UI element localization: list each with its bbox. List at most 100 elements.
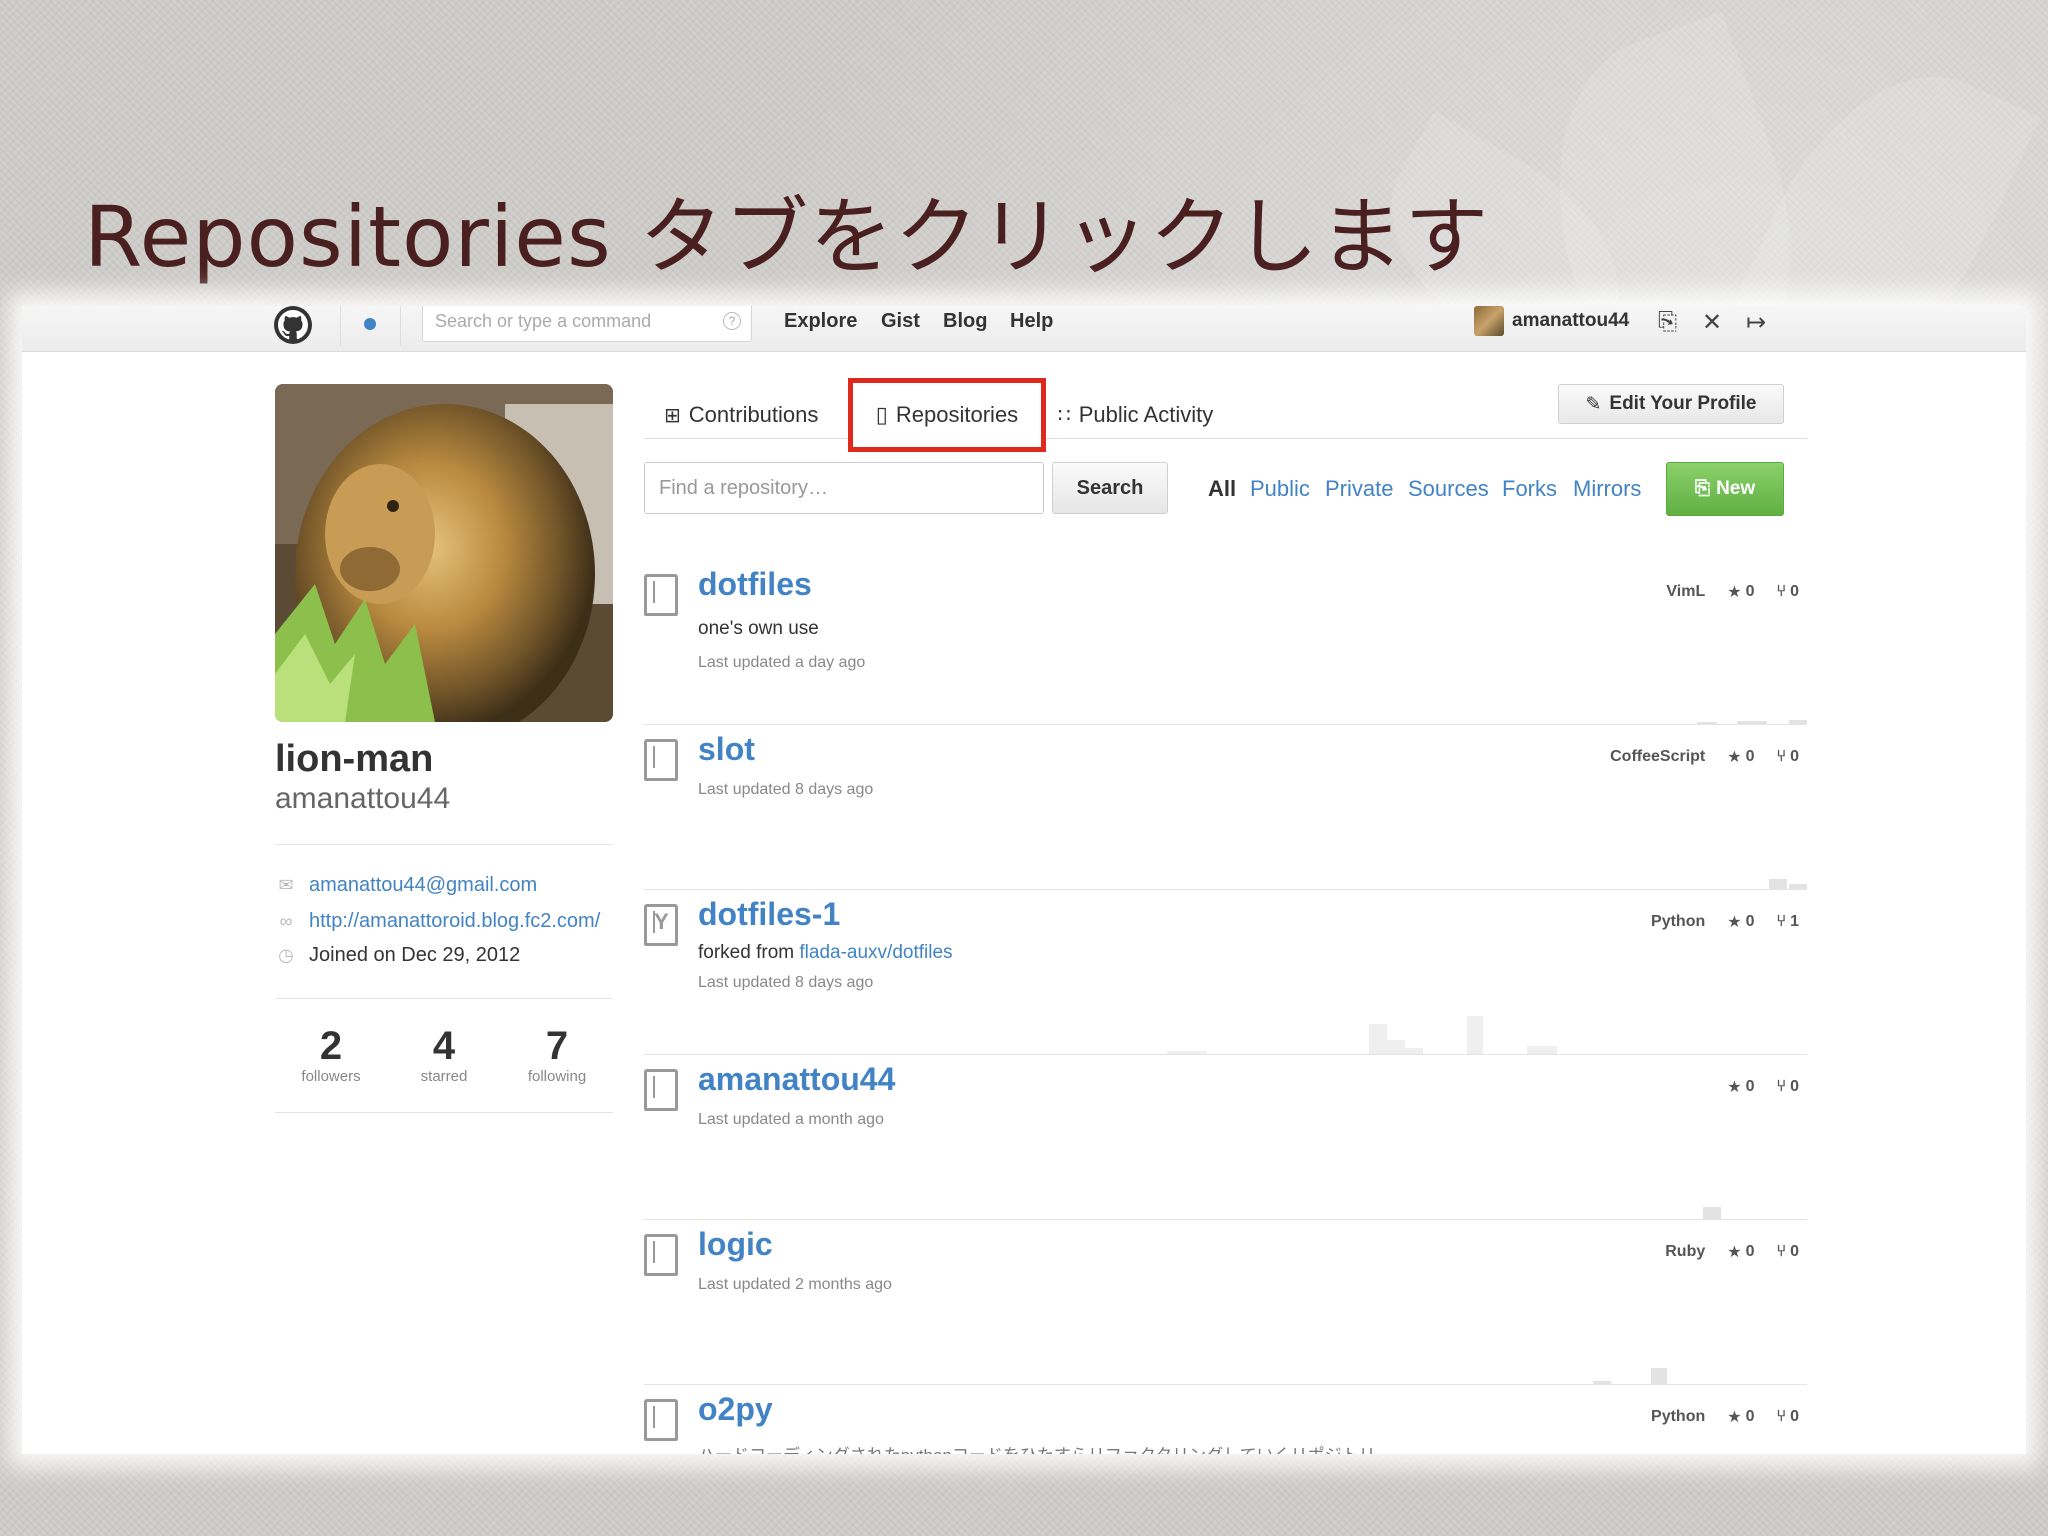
repo-name-link[interactable]: amanattou44 [698,1061,895,1098]
filter-sources[interactable]: Sources [1408,476,1489,502]
fork-count: 1 [1790,913,1799,930]
forked-from-link[interactable]: flada-auxv/dotfiles [799,942,952,963]
repo-description: ハードコーディングされたpythonコードをひたすらリファクタリングしていくリポ… [698,1441,1376,1454]
stat-followers[interactable]: 2 followers [276,1024,386,1085]
profile-email-link[interactable]: amanattou44@gmail.com [309,874,537,897]
user-avatar[interactable] [1474,306,1504,336]
repo-forks[interactable]: ⑂ 0 [1776,1078,1799,1096]
repo-language: Ruby [1665,1243,1706,1260]
repo-name-link[interactable]: dotfiles-1 [698,896,840,933]
nav-gist[interactable]: Gist [881,310,920,333]
profile-fullname: lion-man [275,738,434,780]
fork-icon: ⑂ [1776,1243,1787,1260]
star-icon: ★ [1727,584,1742,601]
repo-stars[interactable]: ★ 0 [1727,1077,1754,1097]
tab-contributions[interactable]: ⊞ Contributions [664,402,818,428]
rss-icon: ∷ [1058,404,1071,427]
profile-joined: Joined on Dec 29, 2012 [309,944,521,966]
stat-following[interactable]: 7 following [502,1024,612,1085]
repo-forks[interactable]: ⑂ 0 [1776,1408,1799,1426]
settings-icon[interactable]: ✕ [1702,308,1722,337]
tab-repositories[interactable]: ▯ Repositories [848,378,1046,452]
nav-help[interactable]: Help [1010,310,1053,333]
new-repository-button[interactable]: ⎘ New [1666,462,1784,516]
command-search-input[interactable]: Search or type a command ? [422,306,752,342]
filter-private[interactable]: Private [1325,476,1393,502]
link-icon: ∞ [279,911,293,931]
repo-language: VimL [1666,583,1706,600]
nav-blog[interactable]: Blog [943,310,987,333]
repo-updated: Last updated a day ago [698,654,866,671]
find-repository-input[interactable]: Find a repository… [644,462,1044,514]
profile-url-link[interactable]: http://amanattoroid.blog.fc2.com/ [309,910,600,933]
repo-forks[interactable]: ⑂ 0 [1776,583,1799,601]
repo-updated: Last updated 8 days ago [698,974,874,991]
filter-mirrors[interactable]: Mirrors [1573,476,1641,502]
fork-icon: ⑂ [1776,1408,1787,1425]
repo-updated: Last updated 8 days ago [698,781,874,798]
repo-icon [644,739,678,781]
filter-all[interactable]: All [1208,476,1236,502]
star-count: 0 [1745,748,1755,765]
repo-stars[interactable]: ★ 0 [1727,747,1754,767]
fork-icon: ⑂ [1776,1078,1787,1095]
edit-profile-button[interactable]: ✎ Edit Your Profile [1558,384,1784,424]
repo-name-link[interactable]: logic [698,1226,773,1263]
search-button[interactable]: Search [1052,462,1168,514]
repo-name-link[interactable]: o2py [698,1391,773,1428]
tab-label: Repositories [895,402,1019,427]
clock-icon: ◷ [278,945,294,965]
notification-dot-icon[interactable] [364,318,376,330]
profile-joined-row: ◷ Joined on Dec 29, 2012 [275,944,520,967]
divider [275,998,613,999]
star-icon: ★ [1727,1244,1742,1261]
profile-avatar [275,384,613,722]
repo-forks[interactable]: ⑂ 0 [1776,1243,1799,1261]
repo-stars[interactable]: ★ 0 [1727,1242,1754,1262]
profile-url-row: ∞ http://amanattoroid.blog.fc2.com/ [275,910,601,933]
repo-updated: Last updated a month ago [698,1111,884,1128]
repo-icon: ▯ [875,402,888,427]
fork-count: 0 [1790,1408,1799,1425]
star-icon: ★ [1727,1409,1742,1426]
repo-stars[interactable]: ★ 0 [1727,582,1754,602]
create-repo-icon[interactable]: ⎘ [1658,308,1677,336]
stat-number: 7 [545,1024,569,1068]
filter-forks[interactable]: Forks [1502,476,1557,502]
tab-label: Contributions [688,402,819,427]
repo-list-item: dotfiles one's own use Last updated a da… [644,560,1807,725]
repo-name-link[interactable]: slot [698,731,755,768]
nav-explore[interactable]: Explore [784,310,857,333]
forked-repo-icon [644,904,678,946]
pencil-icon: ✎ [1585,393,1602,415]
tab-public-activity[interactable]: ∷ Public Activity [1058,402,1213,428]
repo-language: CoffeeScript [1610,748,1706,765]
fork-count: 0 [1790,1243,1799,1260]
repo-forks[interactable]: ⑂ 1 [1776,913,1799,931]
stat-starred[interactable]: 4 starred [389,1024,499,1085]
command-search-placeholder: Search or type a command [435,311,652,331]
fork-icon: ⑂ [1776,913,1787,930]
repo-updated: Last updated 2 months ago [698,1276,892,1293]
repo-stars[interactable]: ★ 0 [1727,1407,1754,1427]
github-screenshot: Search or type a command ? Explore Gist … [22,306,2026,1454]
new-label: New [1716,478,1756,499]
octocat-icon[interactable] [274,306,312,344]
repo-forks[interactable]: ⑂ 0 [1776,748,1799,766]
help-icon[interactable]: ? [723,312,741,330]
repo-name-link[interactable]: dotfiles [698,566,812,603]
repo-stars[interactable]: ★ 0 [1727,912,1754,932]
fork-count: 0 [1790,583,1799,600]
sign-out-icon[interactable]: ↦ [1746,308,1766,337]
fork-count: 0 [1790,1078,1799,1095]
star-count: 0 [1745,1408,1755,1425]
stat-number: 4 [432,1024,456,1068]
header-username[interactable]: amanattou44 [1512,310,1629,332]
filter-public[interactable]: Public [1250,476,1310,502]
slide-title: Repositories タブをクリックします [84,188,1490,286]
repo-meta: Python ★ 0 ⑂ 0 [1651,1407,1799,1427]
header-divider [400,306,401,346]
tab-label: Public Activity [1078,402,1214,427]
stat-label: starred [420,1068,468,1085]
fork-count: 0 [1790,748,1799,765]
